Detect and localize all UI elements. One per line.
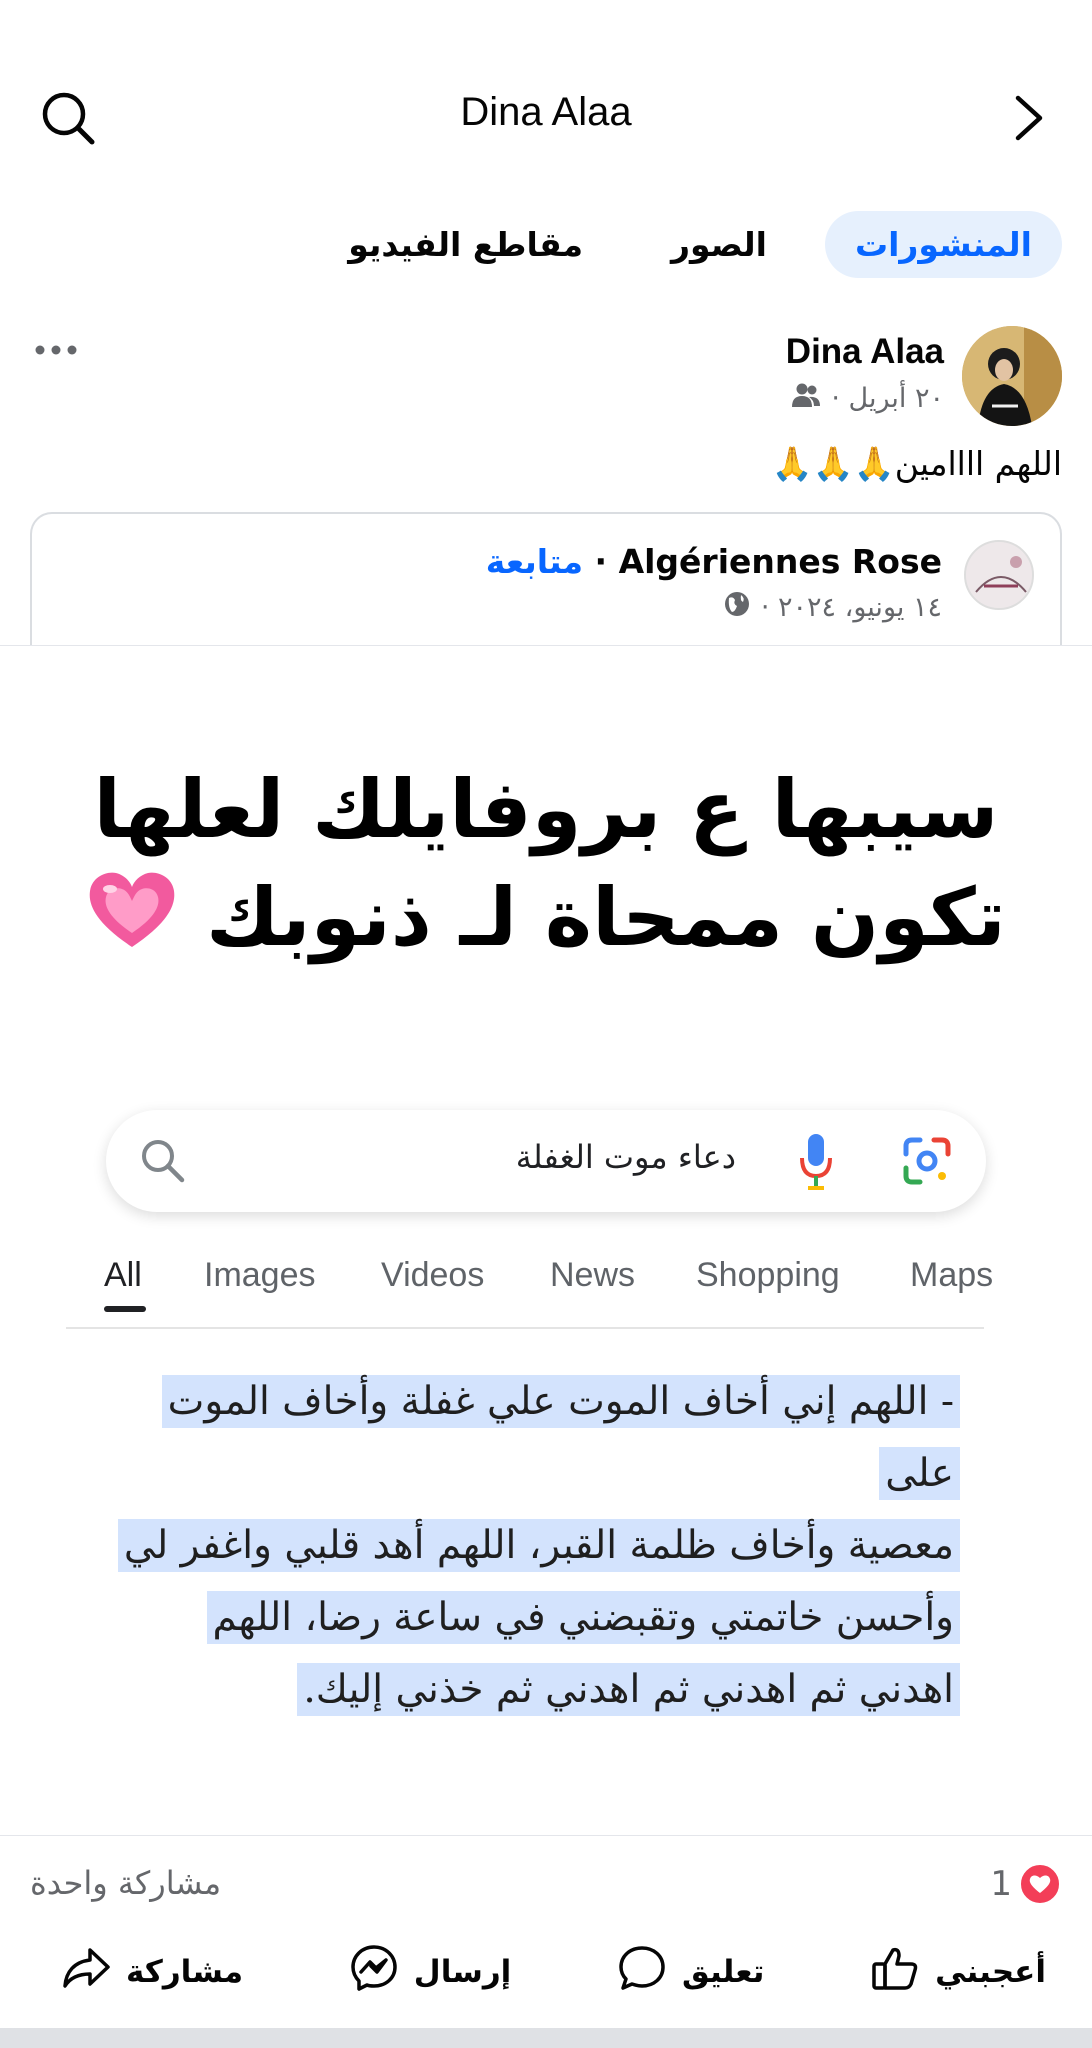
page-avatar[interactable] [964, 540, 1034, 610]
comment-icon [616, 1942, 668, 2002]
shared-date[interactable]: ١٤ يونيو، ٢٠٢٤ · [761, 592, 942, 623]
divider [0, 1835, 1092, 1836]
follow-button[interactable]: متابعة [486, 542, 583, 581]
microphone-icon [796, 1130, 836, 1192]
answer-line: معصية وأخاف ظلمة القبر، اللهم أهد قلبي و… [117, 1519, 960, 1572]
answer-line: وأحسن خاتمتي وتقبضني في ساعة رضا، اللهم [206, 1591, 960, 1644]
google-query: دعاء موت الغفلة [515, 1138, 736, 1176]
answer-line: - اللهم إني أخاف الموت علي غفلة وأخاف ال… [161, 1375, 960, 1500]
friends-icon [791, 382, 821, 415]
post-header: Dina Alaa ٢٠ أبريل · [30, 322, 1062, 432]
avatar[interactable] [962, 326, 1062, 426]
headline-line-1: سيبها ع بروفايلك لعلها [93, 763, 999, 856]
google-tab-indicator [104, 1306, 146, 1312]
like-button[interactable]: أعجبني [869, 1942, 1046, 2002]
profile-header: Dina Alaa [0, 60, 1092, 170]
google-lens-icon [900, 1134, 954, 1188]
highlighted-answer: - اللهم إني أخاف الموت علي غفلة وأخاف ال… [100, 1366, 960, 1726]
love-reaction-icon [1018, 1862, 1062, 1906]
shared-page-name-row: Algériennes Rose · متابعة [486, 542, 942, 581]
post-text: اللهم اااامين🙏🙏🙏 [771, 444, 1062, 483]
tab-photos[interactable]: الصور [641, 211, 797, 278]
tab-videos[interactable]: مقاطع الفيديو [318, 211, 613, 278]
google-tabs: All Images Videos News Shopping Maps [104, 1250, 1004, 1310]
share-icon [60, 1942, 112, 2002]
share-count[interactable]: مشاركة واحدة [30, 1864, 221, 1902]
google-tab-videos: Videos [381, 1256, 485, 1294]
google-search-icon [136, 1134, 190, 1188]
post-stats: مشاركة واحدة 1 [30, 1856, 1062, 1916]
tab-posts[interactable]: المنشورات [824, 210, 1062, 278]
google-tab-divider [66, 1327, 984, 1329]
google-tab-images: Images [204, 1256, 316, 1294]
globe-icon [723, 590, 751, 625]
answer-line: اهدني ثم اهدني ثم اهدني ثم خذني إليك. [297, 1663, 960, 1716]
profile-tabs: المنشورات الصور مقاطع الفيديو [318, 200, 1062, 288]
more-dots-icon[interactable] [34, 342, 78, 356]
send-button[interactable]: إرسال [348, 1942, 512, 2002]
like-icon [869, 1942, 921, 2002]
send-label: إرسال [413, 1954, 512, 1990]
like-label: أعجبني [935, 1954, 1046, 1990]
google-tab-shopping: Shopping [696, 1256, 840, 1294]
share-button[interactable]: مشاركة [60, 1942, 243, 2002]
comment-button[interactable]: تعليق [616, 1942, 764, 2002]
post-author[interactable]: Dina Alaa [786, 332, 944, 372]
headline-line-2-row: تكون ممحاة لـ ذنوبك [0, 864, 1092, 978]
messenger-icon [348, 1942, 400, 2002]
heart-emoji [86, 869, 178, 978]
page-name[interactable]: Algériennes Rose [619, 542, 942, 581]
page-title: Dina Alaa [460, 90, 632, 134]
google-tab-news: News [550, 1256, 636, 1294]
reaction-count: 1 [990, 1864, 1012, 1904]
google-tab-all: All [104, 1256, 142, 1294]
reaction-summary[interactable]: 1 [990, 1862, 1062, 1906]
post-date[interactable]: ٢٠ أبريل · [831, 383, 944, 414]
share-label: مشاركة [126, 1954, 244, 1990]
google-tab-maps: Maps [910, 1256, 994, 1294]
image-headline: سيبها ع بروفايلك لعلها تكون ممحاة لـ ذنو… [0, 756, 1092, 978]
comment-label: تعليق [682, 1954, 765, 1990]
headline-line-2: تكون ممحاة لـ ذنوبك [206, 871, 1006, 964]
shared-post-card[interactable]: Algériennes Rose · متابعة ١٤ يونيو، ٢٠٢٤… [30, 512, 1062, 654]
chevron-right-icon[interactable] [1004, 90, 1054, 146]
shared-meta: ١٤ يونيو، ٢٠٢٤ · [723, 590, 942, 625]
next-post-edge [0, 2028, 1092, 2048]
post-actions: أعجبني تعليق إرسال مشاركة [30, 1932, 1062, 2012]
name-separator: · [583, 542, 619, 581]
google-search-bar: دعاء موت الغفلة [106, 1110, 986, 1212]
post-meta: ٢٠ أبريل · [791, 382, 944, 415]
